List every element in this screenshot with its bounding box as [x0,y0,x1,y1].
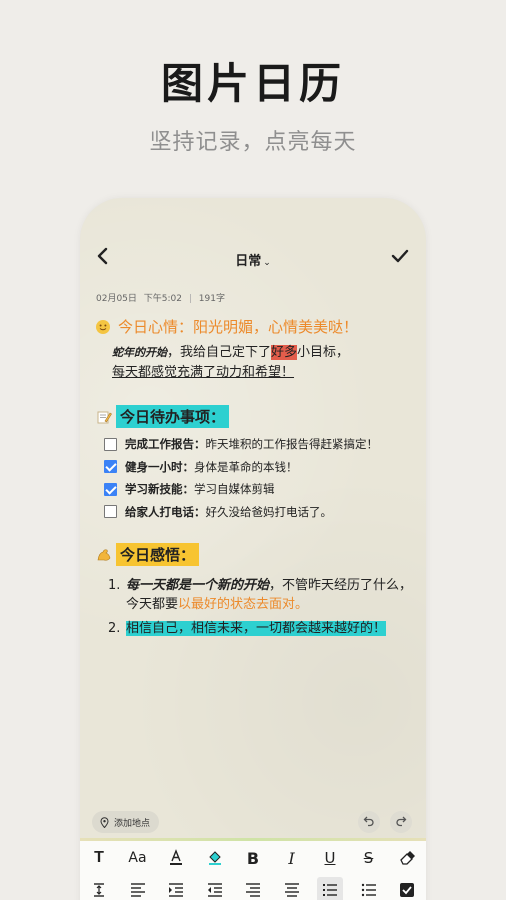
para-mid: ，我给自己定下了 [167,345,272,360]
fill-color-icon[interactable] [202,845,228,871]
align-center-icon[interactable] [279,877,305,900]
todo-heading: 今日待办事项： [96,405,414,428]
insight-number: 2. [108,621,121,636]
underline-icon[interactable]: U [317,845,343,871]
memo-icon [96,409,112,425]
editor-content[interactable]: 今日心情：阳光明媚，心情美美哒！ 蛇年的开始，我给自己定下了好多小目标， 每天都… [96,316,414,643]
todo-key: 学习新技能： [125,482,194,497]
mood-text: 今日心情：阳光明媚，心情美美哒！ [118,318,359,336]
add-location-button[interactable]: 添加地点 [92,811,160,833]
add-location-label: 添加地点 [114,818,151,829]
todo-checkbox[interactable] [104,482,117,496]
text-style-glyph: T [94,849,104,866]
todo-checkbox[interactable] [104,505,117,519]
insight-orange: 以最好的状态去面对。 [178,597,309,612]
todo-key: 健身一小时： [125,459,194,474]
strikethrough-icon[interactable]: S [356,845,382,871]
insight-bold: 每一天都是一个新的开始 [126,578,270,593]
todo-list: 完成工作报告： 昨天堆积的工作报告得赶紧搞定！ 健身一小时： 身体是革命的本钱！ 学… [96,433,414,523]
para-line2: 每天都感觉充满了动力和希望！ [112,365,295,380]
todo-key: 给家人打电话： [125,504,206,519]
smiley-icon [96,319,110,334]
italic-icon[interactable]: I [279,845,305,871]
nav-bar: 日常 ⌄ [80,244,426,274]
indent-increase-icon[interactable] [163,877,189,900]
format-toolbar: T Aa B I U S [80,841,426,900]
text-color-icon[interactable] [163,845,189,871]
entry-meta: 02月05日 下午5:02 | 191字 [96,294,225,304]
todo-item: 给家人打电话： 好久没给爸妈打电话了。 [104,501,414,524]
para-prefix: 蛇年的开始 [112,346,167,359]
chevron-down-icon: ⌄ [263,258,271,268]
todo-text: 昨天堆积的工作报告得赶紧搞定！ [205,437,379,452]
redo-button[interactable] [390,811,412,833]
todo-text: 学习自媒体剪辑 [194,482,275,497]
bullet-list-icon[interactable] [356,877,382,900]
undo-button[interactable] [358,811,380,833]
toolbar-row-2 [80,874,426,900]
insight-teal: 相信自己，相信未来，一切都会越来越好的！ [126,621,387,636]
insight-heading: 今日感悟： [96,543,414,566]
promo-subtitle: 坚持记录，点亮每天 [149,130,357,155]
font-size-glyph: Aa [128,850,147,866]
undo-icon [363,815,375,830]
align-right-icon[interactable] [240,877,266,900]
word-count: 191字 [198,294,225,304]
bold-icon[interactable]: B [240,845,266,871]
ordered-list-icon[interactable] [317,877,343,900]
phone-screen: 日常 ⌄ 02月05日 下午5:02 | 191字 今日心情：阳光明媚，心情美美哒… [80,198,426,900]
category-selector[interactable]: 日常 ⌄ [80,250,426,269]
todo-key: 完成工作报告： [125,437,206,452]
todo-checkbox[interactable] [104,437,117,451]
line-height-icon[interactable] [86,877,112,900]
align-left-icon[interactable] [125,877,151,900]
insight-list: 1. 每一天都是一个新的开始，不管昨天经历了什么，今天都要以最好的状态去面对。 … [96,576,414,638]
mood-paragraph: 蛇年的开始，我给自己定下了好多小目标， 每天都感觉充满了动力和希望！ [96,343,414,383]
para-highlight: 好多 [271,345,298,360]
text-style-icon[interactable]: T [86,845,112,871]
para-suffix: 小目标， [297,345,350,360]
entry-time: 下午5:02 [143,294,182,304]
eraser-icon[interactable] [394,845,420,871]
toolbar-row-1: T Aa B I U S [80,842,426,874]
insight-number: 1. [108,578,121,593]
location-pin-icon [100,816,109,828]
todo-checkbox[interactable] [104,460,117,474]
redo-icon [395,815,407,830]
font-size-icon[interactable]: Aa [125,845,151,871]
check-icon[interactable] [390,246,410,270]
category-label: 日常 [235,254,262,269]
insight-heading-text: 今日感悟： [116,543,200,566]
todo-item: 健身一小时： 身体是革命的本钱！ [104,456,414,479]
entry-date: 02月05日 [96,294,137,304]
indent-decrease-icon[interactable] [202,877,228,900]
todo-heading-text: 今日待办事项： [116,405,230,428]
todo-item: 完成工作报告： 昨天堆积的工作报告得赶紧搞定！ [104,433,414,456]
insight-item: 1. 每一天都是一个新的开始，不管昨天经历了什么，今天都要以最好的状态去面对。 [108,576,414,614]
todo-text: 身体是革命的本钱！ [194,459,298,474]
todo-text: 好久没给爸妈打电话了。 [205,504,333,519]
promo-title: 图片日历 [160,59,345,108]
checkbox-icon[interactable] [394,877,420,900]
mood-line: 今日心情：阳光明媚，心情美美哒！ [96,316,414,337]
todo-item: 学习新技能： 学习自媒体剪辑 [104,478,414,501]
insight-item: 2. 相信自己，相信未来，一切都会越来越好的！ [108,619,414,638]
muscle-icon [96,547,112,563]
